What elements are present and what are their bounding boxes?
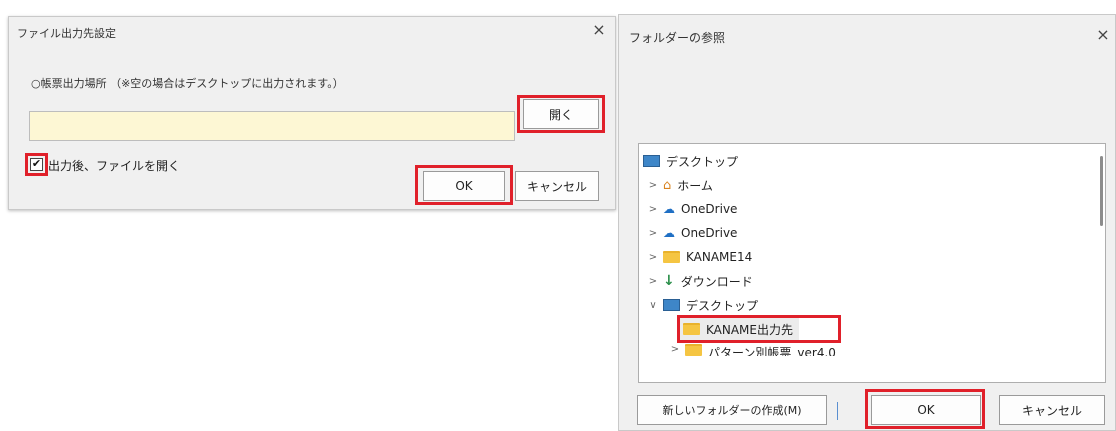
focus-caret <box>837 402 838 420</box>
folder-browse-dialog: フォルダーの参照 × デスクトップ > ⌂ ホーム > ☁ OneDrive >… <box>618 14 1116 431</box>
ok-button[interactable]: OK <box>423 171 505 201</box>
open-after-output-label: 出力後、ファイルを開く <box>48 159 181 173</box>
close-icon[interactable]: × <box>1093 25 1113 45</box>
new-folder-button[interactable]: 新しいフォルダーの作成(M) <box>637 395 827 425</box>
folder-icon <box>663 251 680 263</box>
tree-item-kaname-output[interactable]: KANAME出力先 <box>679 318 799 340</box>
tree-item-onedrive-2[interactable]: > ☁ OneDrive <box>647 222 738 244</box>
chevron-right-icon[interactable]: > <box>647 276 659 287</box>
tree-item-home[interactable]: > ⌂ ホーム <box>647 174 713 196</box>
ok-button[interactable]: OK <box>871 395 981 425</box>
output-location-label: ○帳票出力場所 （※空の場合はデスクトップに出力されます。） <box>31 77 344 90</box>
tree-item-label: KANAME出力先 <box>706 322 793 337</box>
chevron-right-icon[interactable]: > <box>669 344 681 355</box>
tree-item-label: デスクトップ <box>666 154 739 169</box>
tree-item-desktop-expanded[interactable]: ∨ デスクトップ <box>647 294 758 316</box>
open-after-output-checkbox[interactable]: ✔ <box>30 158 43 171</box>
tree-item-label: OneDrive <box>681 226 738 240</box>
tree-item-onedrive[interactable]: > ☁ OneDrive <box>647 198 738 220</box>
tree-scrollbar[interactable] <box>1100 156 1103 226</box>
cancel-button[interactable]: キャンセル <box>999 395 1105 425</box>
output-settings-dialog: ファイル出力先設定 × ○帳票出力場所 （※空の場合はデスクトップに出力されます… <box>8 16 616 210</box>
desktop-icon <box>643 155 660 167</box>
output-path-input[interactable] <box>29 111 515 141</box>
tree-item-desktop[interactable]: デスクトップ <box>641 150 738 172</box>
tree-item-label: デスクトップ <box>686 298 759 313</box>
tree-item-label: OneDrive <box>681 202 738 216</box>
title-bar: ファイル出力先設定 × <box>9 17 615 47</box>
tree-item-label: ホーム <box>677 178 713 193</box>
chevron-right-icon[interactable]: > <box>647 252 659 263</box>
folder-icon <box>685 344 702 356</box>
chevron-right-icon[interactable]: > <box>647 180 659 191</box>
folder-icon <box>683 323 700 335</box>
open-button[interactable]: 開く <box>523 99 599 129</box>
dialog-title: ファイル出力先設定 <box>17 27 116 40</box>
cloud-icon: ☁ <box>663 226 675 240</box>
tree-item-kaname14[interactable]: > KANAME14 <box>647 246 752 268</box>
download-icon: ↓ <box>663 273 675 289</box>
home-icon: ⌂ <box>663 177 672 193</box>
dialog-title: フォルダーの参照 <box>629 31 726 45</box>
desktop-icon <box>663 299 680 311</box>
close-icon[interactable]: × <box>589 20 609 40</box>
tree-item-label: ダウンロード <box>680 274 753 289</box>
chevron-right-icon[interactable]: > <box>647 228 659 239</box>
tree-item-pattern-reports[interactable]: > パターン別帳票_ver4.0 <box>669 344 836 356</box>
folder-tree[interactable]: デスクトップ > ⌂ ホーム > ☁ OneDrive > ☁ OneDrive… <box>638 143 1106 383</box>
cloud-icon: ☁ <box>663 202 675 216</box>
tree-item-label: パターン別帳票_ver4.0 <box>708 346 836 356</box>
cancel-button[interactable]: キャンセル <box>515 171 599 201</box>
tree-item-label: KANAME14 <box>686 250 753 264</box>
chevron-down-icon[interactable]: ∨ <box>647 300 659 311</box>
tree-item-downloads[interactable]: > ↓ ダウンロード <box>647 270 753 292</box>
chevron-right-icon[interactable]: > <box>647 204 659 215</box>
